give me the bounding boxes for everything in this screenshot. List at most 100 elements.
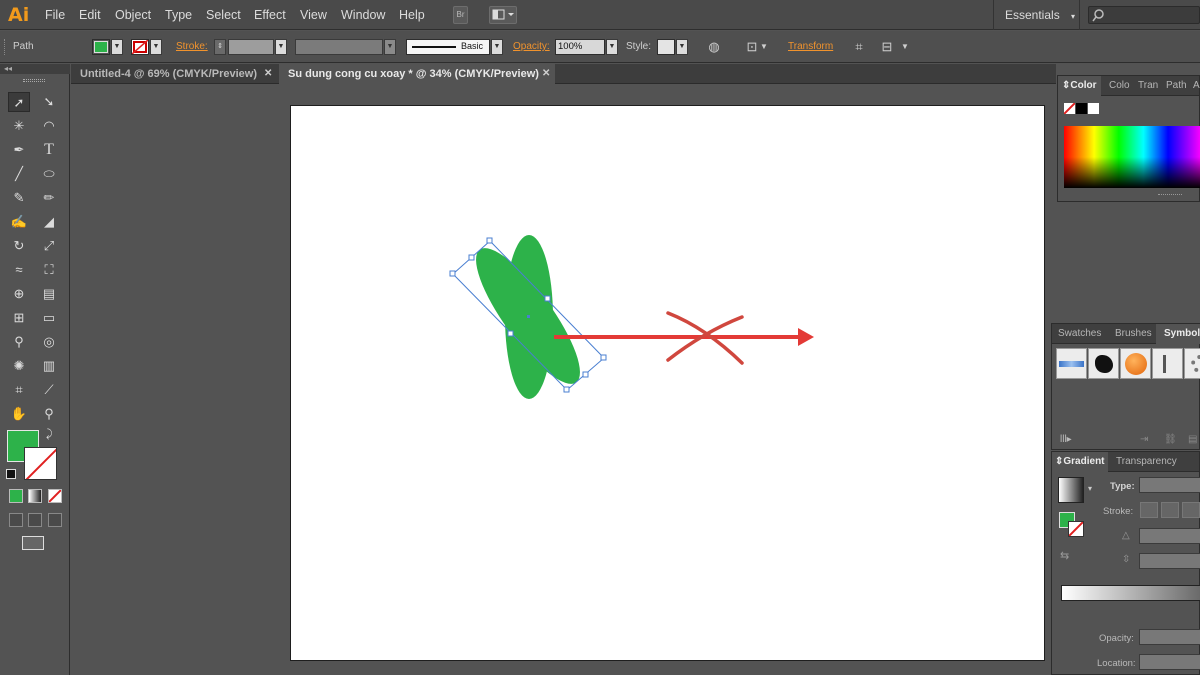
- menu-type[interactable]: Type: [165, 8, 192, 22]
- blob-brush-tool-icon[interactable]: ✍: [8, 212, 30, 232]
- white-color-chip[interactable]: [1088, 103, 1099, 114]
- eraser-tool-icon[interactable]: ◢: [38, 212, 60, 232]
- pencil-tool-icon[interactable]: ✏: [38, 188, 60, 208]
- tab-untitled-4[interactable]: Untitled-4 @ 69% (CMYK/Preview) ✕: [71, 64, 278, 84]
- selection-handle[interactable]: [468, 254, 475, 261]
- selection-handle[interactable]: [582, 371, 589, 378]
- symbol-gear[interactable]: [1184, 348, 1200, 379]
- symbol-options-icon[interactable]: ▤: [1188, 434, 1197, 445]
- blend-tool-icon[interactable]: ◎: [38, 332, 60, 352]
- tools-collapse-grip[interactable]: ◂◂: [0, 64, 70, 74]
- tools-drag-bar[interactable]: [23, 79, 45, 82]
- artwork-canvas[interactable]: [291, 106, 1046, 662]
- screen-mode-icon[interactable]: [22, 536, 44, 550]
- hand-tool-icon[interactable]: ✋: [8, 404, 30, 424]
- search-input[interactable]: [1088, 6, 1200, 24]
- tab-transparency[interactable]: Tran: [1138, 80, 1158, 91]
- selection-handle[interactable]: [563, 386, 570, 393]
- gradient-location-field[interactable]: [1139, 654, 1200, 670]
- symbol-blue-bar[interactable]: [1056, 348, 1087, 379]
- stroke-weight-field[interactable]: [228, 39, 274, 55]
- menu-view[interactable]: View: [300, 8, 327, 22]
- arrange-documents-button[interactable]: [489, 6, 517, 24]
- gradient-angle-field[interactable]: [1139, 528, 1200, 544]
- gradient-stroke-chip[interactable]: [1068, 521, 1084, 537]
- gradient-mode-button[interactable]: [28, 489, 42, 503]
- chevron-down-icon[interactable]: ▼: [900, 39, 910, 55]
- zoom-tool-icon[interactable]: ⚲: [38, 404, 60, 424]
- paintbrush-tool-icon[interactable]: ✎: [8, 188, 30, 208]
- tab-brushes[interactable]: Brushes: [1115, 328, 1152, 339]
- draw-normal-button[interactable]: [9, 513, 23, 527]
- gradient-opacity-field[interactable]: [1139, 629, 1200, 645]
- tab-pathfinder[interactable]: Path: [1166, 80, 1187, 91]
- lasso-tool-icon[interactable]: ◠: [38, 116, 60, 136]
- transform-panel-link[interactable]: Transform: [788, 41, 833, 52]
- symbol-orange-button[interactable]: [1120, 348, 1151, 379]
- panel-resize-grip[interactable]: [1158, 194, 1182, 197]
- reverse-gradient-icon[interactable]: ⇆: [1060, 549, 1069, 562]
- opacity-dropdown[interactable]: ▼: [606, 39, 618, 55]
- color-spectrum[interactable]: [1064, 126, 1200, 188]
- fill-color-box[interactable]: [92, 39, 110, 55]
- menu-select[interactable]: Select: [206, 8, 241, 22]
- brush-definition-field[interactable]: Basic: [406, 39, 490, 55]
- pen-tool-icon[interactable]: ✒: [8, 140, 30, 160]
- symbol-libraries-icon[interactable]: lll▸: [1060, 434, 1072, 445]
- break-link-icon[interactable]: ⛓: [1164, 434, 1177, 445]
- panel-options-icon[interactable]: ⊟: [878, 39, 896, 55]
- selection-handle[interactable]: [600, 354, 607, 361]
- tab-transparency[interactable]: Transparency: [1116, 456, 1177, 467]
- mesh-tool-icon[interactable]: ⊞: [8, 308, 30, 328]
- recolor-artwork-icon[interactable]: ◍: [705, 39, 723, 55]
- tab-swatches[interactable]: Swatches: [1058, 328, 1101, 339]
- menu-effect[interactable]: Effect: [254, 8, 286, 22]
- selection-tool-icon[interactable]: ➚: [8, 92, 30, 112]
- gradient-aspect-field[interactable]: [1139, 553, 1200, 569]
- tab-su-dung-cong-cu-xoay[interactable]: Su dung cong cu xoay * @ 34% (CMYK/Previ…: [279, 64, 555, 84]
- scale-tool-icon[interactable]: ⤢: [38, 236, 60, 256]
- tab-color-guide[interactable]: Colo: [1109, 80, 1130, 91]
- opacity-panel-link[interactable]: Opacity:: [513, 41, 550, 52]
- symbol-sprayer-tool-icon[interactable]: ✺: [8, 356, 30, 376]
- gradient-preview-swatch[interactable]: [1058, 477, 1084, 503]
- draw-inside-button[interactable]: [48, 513, 62, 527]
- menu-window[interactable]: Window: [341, 8, 385, 22]
- none-color-chip[interactable]: [1064, 103, 1075, 114]
- stroke-weight-stepper[interactable]: ⇕: [214, 39, 226, 55]
- gradient-slider[interactable]: [1061, 585, 1200, 601]
- tab-symbols[interactable]: Symbols: [1164, 328, 1200, 339]
- close-icon[interactable]: ✕: [264, 68, 272, 79]
- none-mode-button[interactable]: [48, 489, 62, 503]
- menu-help[interactable]: Help: [399, 8, 425, 22]
- selection-handle[interactable]: [544, 295, 551, 302]
- symbol-ink-splat[interactable]: [1088, 348, 1119, 379]
- tab-color[interactable]: ⇕Color: [1062, 80, 1097, 91]
- selection-handle[interactable]: [507, 330, 514, 337]
- stroke-weight-dropdown[interactable]: ▼: [275, 39, 287, 55]
- gradient-type-select[interactable]: [1139, 477, 1200, 493]
- stroke-swatch[interactable]: [24, 447, 57, 480]
- gradient-tool-icon[interactable]: ▭: [38, 308, 60, 328]
- perspective-grid-tool-icon[interactable]: ▤: [38, 284, 60, 304]
- ellipse-tool-icon[interactable]: ⬭: [38, 164, 60, 184]
- artboard-tool-icon[interactable]: ⌗: [8, 380, 30, 400]
- opacity-field[interactable]: 100%: [555, 39, 605, 55]
- menu-edit[interactable]: Edit: [79, 8, 101, 22]
- selection-handle[interactable]: [486, 237, 493, 244]
- swap-fill-stroke-icon[interactable]: ⤸: [46, 428, 53, 441]
- slice-tool-icon[interactable]: ⟋: [38, 380, 60, 400]
- workspace-switcher[interactable]: Essentials ▾: [993, 0, 1080, 30]
- graphic-style-box[interactable]: [657, 39, 675, 55]
- line-segment-tool-icon[interactable]: ╱: [8, 164, 30, 184]
- chevron-down-icon[interactable]: ▼: [759, 39, 769, 55]
- stroke-panel-link[interactable]: Stroke:: [176, 41, 208, 52]
- eyedropper-tool-icon[interactable]: ⚲: [8, 332, 30, 352]
- graphic-style-dropdown[interactable]: ▼: [676, 39, 688, 55]
- chevron-down-icon[interactable]: ▾: [1088, 484, 1092, 493]
- artboard[interactable]: [290, 105, 1045, 661]
- color-mode-button[interactable]: [9, 489, 23, 503]
- fill-dropdown-button[interactable]: ▼: [111, 39, 123, 55]
- rotate-tool-icon[interactable]: ↻: [8, 236, 30, 256]
- column-graph-tool-icon[interactable]: ▥: [38, 356, 60, 376]
